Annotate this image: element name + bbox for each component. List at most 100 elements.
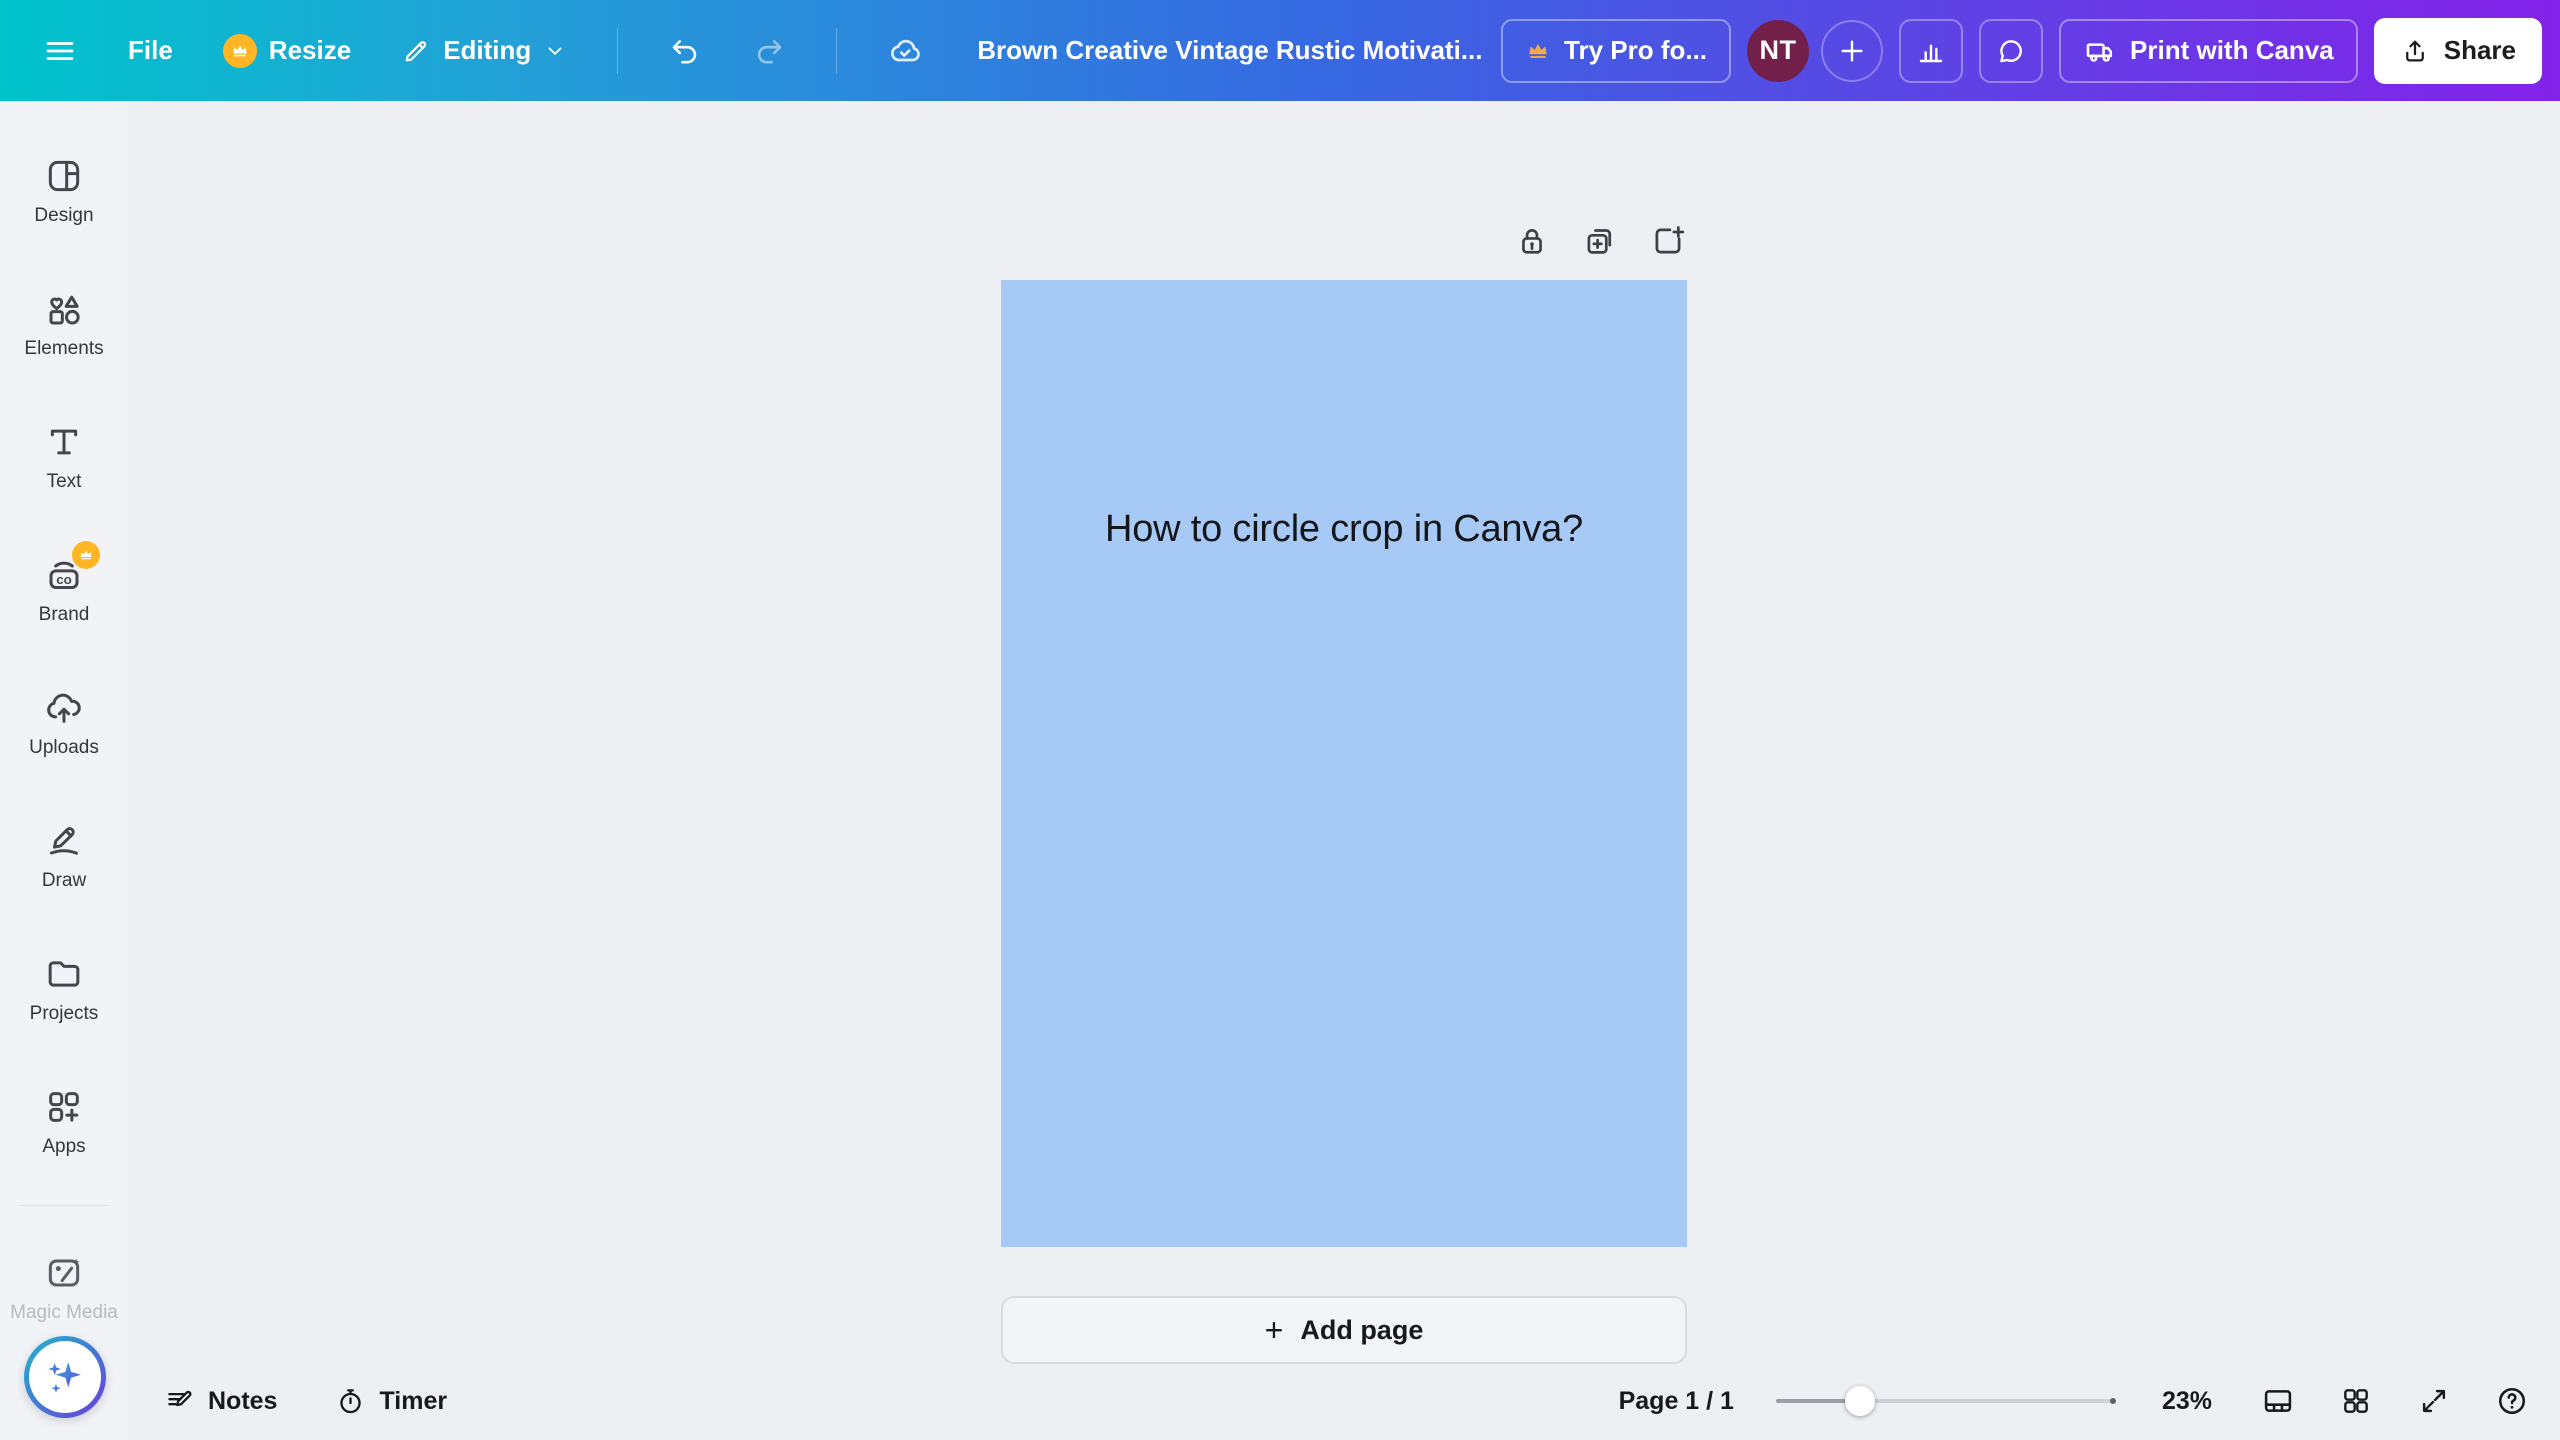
account-avatar[interactable]: NT [1747,20,1809,82]
elements-icon [44,289,84,329]
notes-button[interactable]: Notes [164,1386,277,1417]
undo-button[interactable] [668,34,702,68]
plus-icon: + [1265,1314,1284,1346]
page-heading-text[interactable]: How to circle crop in Canva? [1001,508,1687,551]
svg-text:co: co [56,572,72,587]
grid-view-icon [2340,1385,2372,1417]
folder-icon [44,954,84,994]
sidebar-item-label: Brand [39,604,90,626]
document-title[interactable]: Brown Creative Vintage Rustic Motivati..… [977,35,1482,66]
notes-icon [164,1386,195,1417]
sidebar-item-draw[interactable]: Draw [8,790,120,923]
undo-icon [668,34,702,68]
design-icon [44,156,84,196]
sidebar-item-label: Elements [24,338,103,360]
main-menu-button[interactable] [42,33,78,69]
sidebar-item-uploads[interactable]: Uploads [8,657,120,790]
topbar-divider [836,28,837,74]
timer-button[interactable]: Timer [335,1386,447,1417]
lock-icon [1514,223,1550,259]
crown-icon [230,41,250,61]
save-status-button[interactable] [887,33,923,69]
resize-button[interactable]: Resize [223,34,351,68]
file-menu-label: File [128,35,173,66]
design-page[interactable]: How to circle crop in Canva? [1001,280,1687,1247]
timeline-view-button[interactable] [2260,1383,2296,1419]
share-upload-icon [2400,36,2430,66]
pro-badge [223,34,257,68]
sidebar-item-design[interactable]: Design [8,125,120,258]
sidebar-item-label: Design [34,205,93,227]
topbar-divider [617,28,618,74]
share-button[interactable]: Share [2374,18,2542,84]
text-icon [44,422,84,462]
bar-chart-icon [1915,35,1947,67]
share-label: Share [2444,35,2516,66]
bottombar-right-group: Page 1 / 1 23% [1619,1383,2530,1419]
sidebar-item-label: Projects [30,1003,99,1025]
zoom-level-label[interactable]: 23% [2162,1387,2212,1416]
sparkles-icon [42,1354,88,1400]
print-label: Print with Canva [2130,35,2334,66]
topbar-right-group: Try Pro fo... NT Print with Canva Share [1501,18,2542,84]
brand-icon-wrap: co [44,555,84,595]
sidebar-item-projects[interactable]: Projects [8,923,120,1056]
insights-button[interactable] [1899,19,1963,83]
object-panel-sidebar: Design Elements Text co Brand Uploads Dr… [0,101,128,1440]
chevron-down-icon [543,39,567,63]
view-controls-group [2260,1383,2530,1419]
truck-icon [2083,34,2117,68]
grid-view-button[interactable] [2338,1383,2374,1419]
help-button[interactable] [2494,1383,2530,1419]
timer-icon [335,1386,366,1417]
fullscreen-icon [2418,1385,2450,1417]
canva-assistant-button[interactable] [24,1336,106,1418]
sidebar-item-label: Apps [42,1136,85,1158]
print-with-canva-button[interactable]: Print with Canva [2059,19,2358,83]
cloud-check-icon [887,33,923,69]
bottom-status-bar: Notes Timer Page 1 / 1 23% [128,1362,2560,1440]
crown-icon [1525,38,1551,64]
duplicate-page-button[interactable] [1581,222,1619,260]
lock-page-button[interactable] [1513,222,1551,260]
comment-bubble-icon [1995,35,2027,67]
comments-button[interactable] [1979,19,2043,83]
zoom-slider-thumb[interactable] [1845,1386,1875,1416]
zoom-slider[interactable] [1776,1385,2116,1417]
redo-button[interactable] [752,34,786,68]
duplicate-page-icon [1582,223,1618,259]
sidebar-item-text[interactable]: Text [8,391,120,524]
assistant-button-inner [29,1341,101,1413]
zoom-slider-end-dot [2110,1398,2116,1404]
sidebar-item-elements[interactable]: Elements [8,258,120,391]
add-page-label: Add page [1300,1315,1423,1346]
magic-media-icon [44,1253,84,1293]
sidebar-item-brand[interactable]: co Brand [8,524,120,657]
fullscreen-button[interactable] [2416,1383,2452,1419]
pro-badge [72,541,100,569]
add-page-icon-button[interactable] [1649,222,1687,260]
top-bar: File Resize Editing Brown Creative Vinta… [0,0,2560,101]
try-pro-button[interactable]: Try Pro fo... [1501,19,1731,83]
page-actions-toolbar [1001,222,1687,260]
pencil-icon [401,36,431,66]
editing-mode-label: Editing [443,35,531,66]
notes-label: Notes [208,1387,277,1416]
sidebar-item-apps[interactable]: Apps [8,1056,120,1189]
page-column: How to circle crop in Canva? + Add page [1001,101,1687,1364]
timer-label: Timer [379,1387,447,1416]
editor-canvas: How to circle crop in Canva? + Add page [128,101,2560,1440]
apps-grid-icon [44,1087,84,1127]
sidebar-divider [20,1205,108,1206]
uploads-cloud-icon [44,688,84,728]
sidebar-item-label: Magic Media [10,1302,118,1324]
add-page-icon [1650,223,1686,259]
file-menu-button[interactable]: File [128,35,173,66]
add-member-button[interactable] [1821,20,1883,82]
hamburger-icon [42,33,78,69]
add-page-button[interactable]: + Add page [1001,1296,1687,1364]
try-pro-label: Try Pro fo... [1564,35,1707,66]
page-indicator[interactable]: Page 1 / 1 [1619,1387,1734,1416]
crown-icon [78,547,94,563]
editing-mode-dropdown[interactable]: Editing [401,35,567,66]
